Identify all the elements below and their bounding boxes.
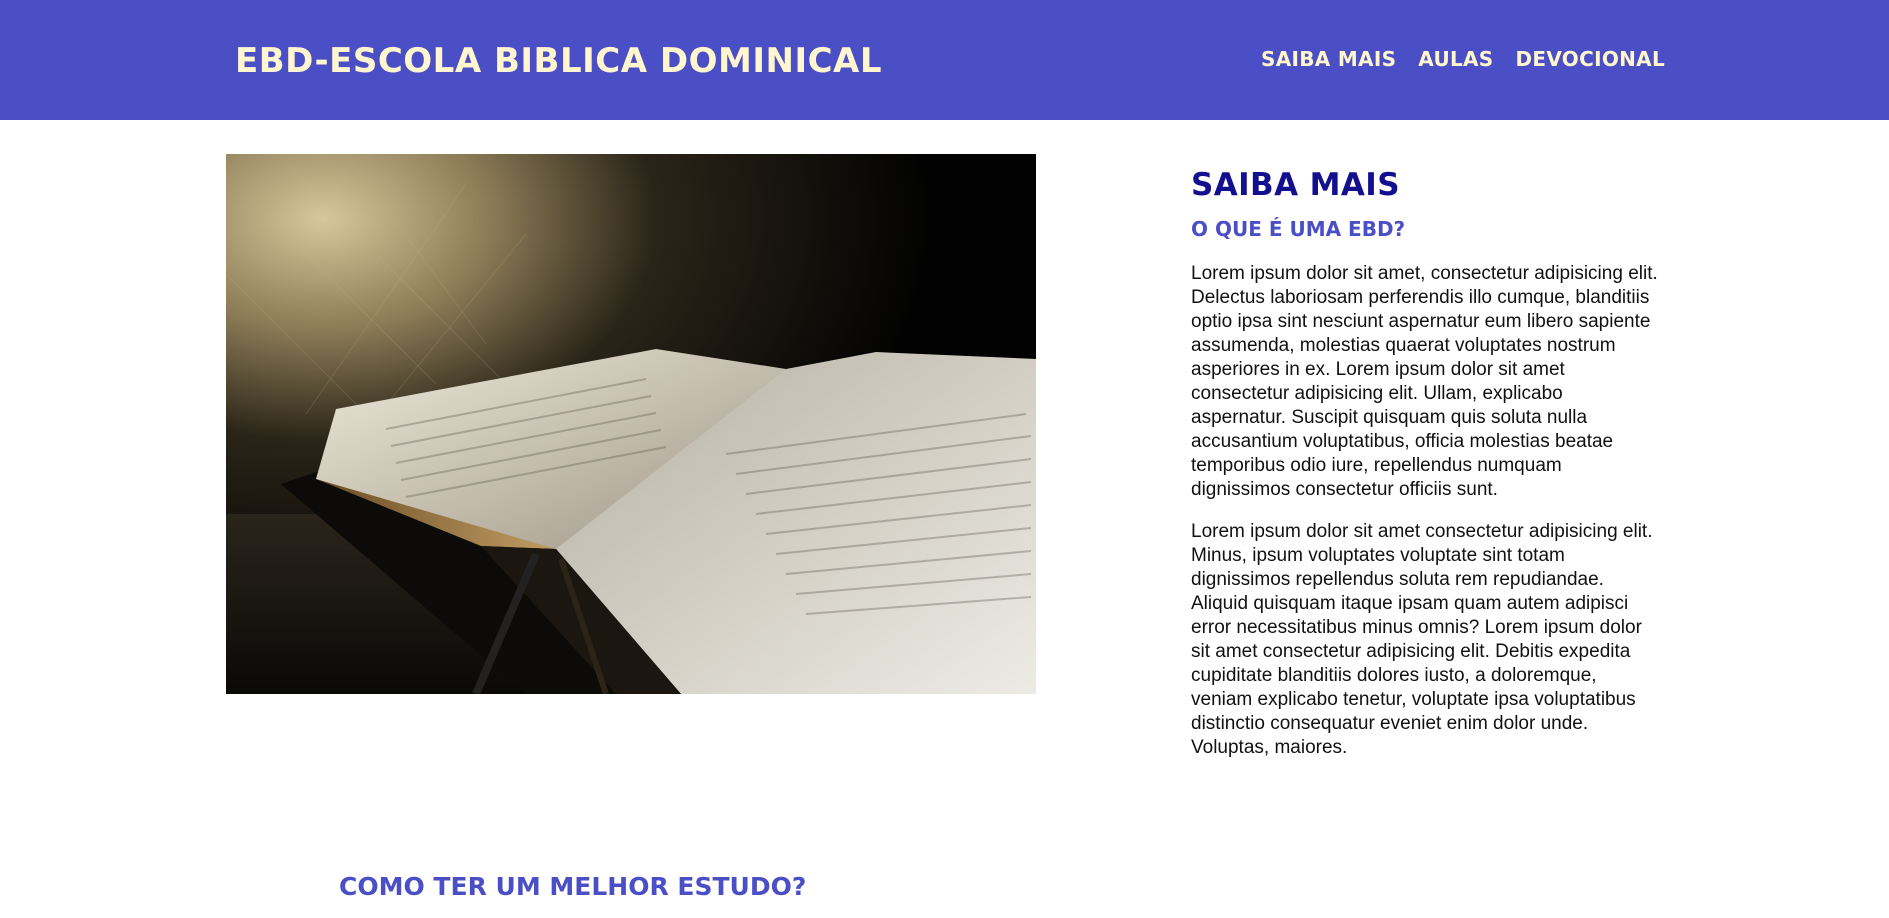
saiba-mais-section: SAIBA MAIS O QUE É UMA EBD? Lorem ipsum … — [1191, 160, 1661, 778]
ebd-question-heading: O QUE É UMA EBD? — [1191, 217, 1406, 241]
open-bible-photo — [226, 154, 1036, 694]
site-header: EBD-ESCOLA BIBLICA DOMINICAL SAIBA MAIS … — [0, 0, 1889, 120]
nav-link-saiba-mais[interactable]: SAIBA MAIS — [1261, 44, 1396, 74]
main-nav: SAIBA MAIS AULAS DEVOCIONAL — [1261, 44, 1665, 74]
nav-link-aulas[interactable]: AULAS — [1418, 44, 1493, 74]
ebd-paragraph-1: Lorem ipsum dolor sit amet, consectetur … — [1191, 263, 1658, 500]
study-section-heading: COMO TER UM MELHOR ESTUDO? — [339, 872, 807, 901]
ebd-paragraph-2: Lorem ipsum dolor sit amet consectetur a… — [1191, 521, 1653, 758]
saiba-mais-heading: SAIBA MAIS — [1191, 167, 1400, 203]
open-bible-illustration — [226, 154, 1036, 694]
site-title[interactable]: EBD-ESCOLA BIBLICA DOMINICAL — [235, 38, 882, 84]
nav-link-devocional[interactable]: DEVOCIONAL — [1516, 44, 1665, 74]
